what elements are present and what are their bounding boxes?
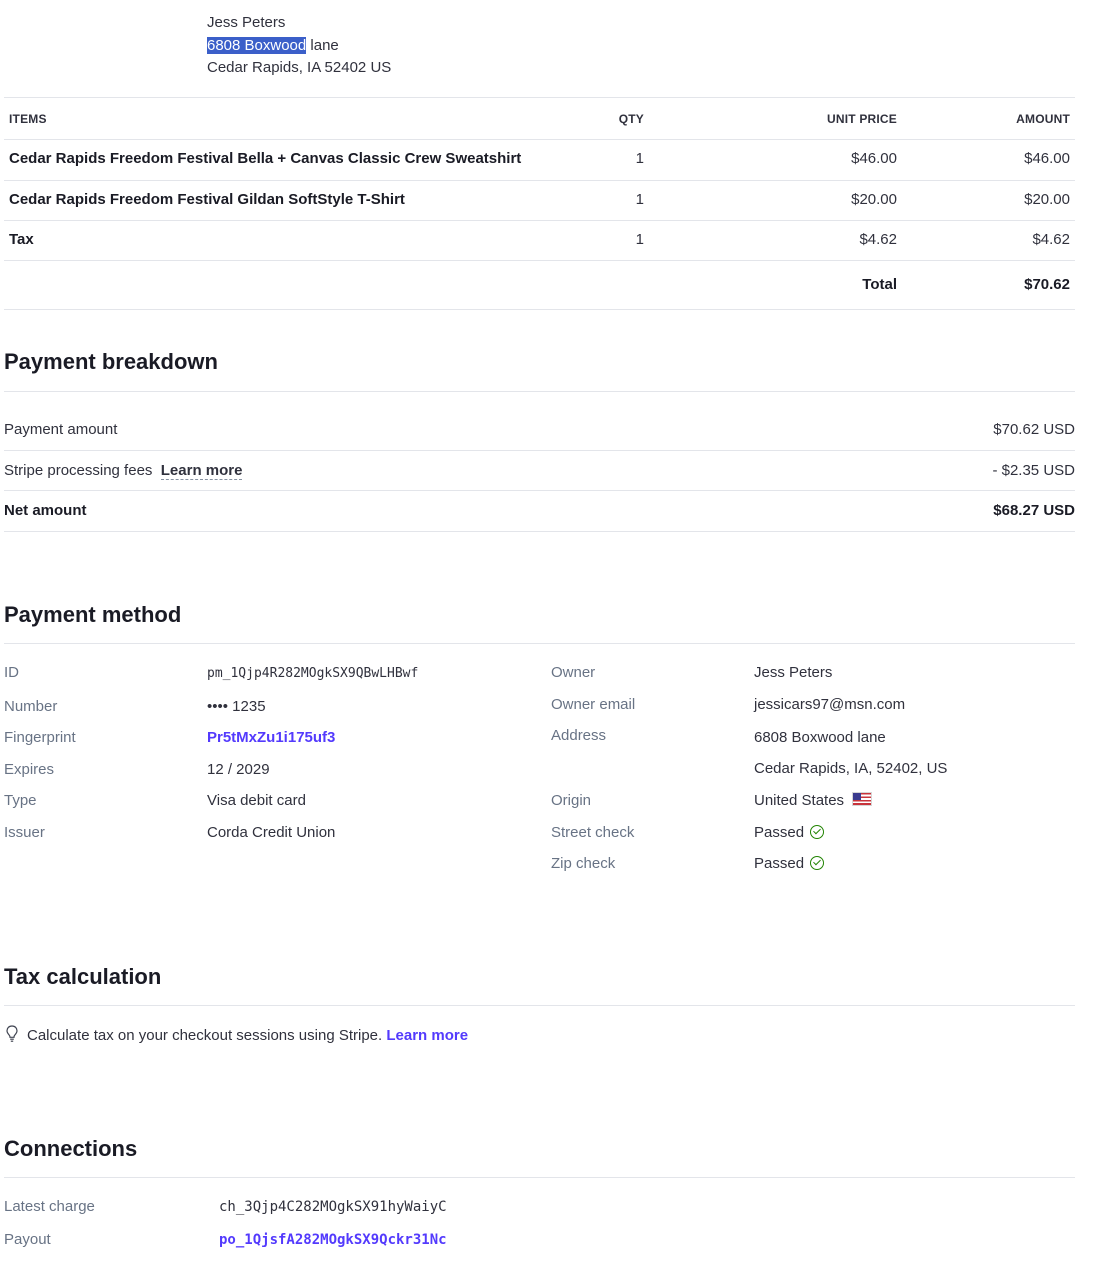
shipping-street: 6808 Boxwood lane xyxy=(207,37,339,54)
owner-email-label: Owner email xyxy=(551,696,636,713)
pm-fingerprint-label: Fingerprint xyxy=(4,729,76,746)
item-name: Tax xyxy=(9,231,34,248)
tax-calculation-text: Calculate tax on your checkout sessions … xyxy=(27,1027,469,1044)
street-check-label: Street check xyxy=(551,824,635,841)
street-check-value: Passed xyxy=(754,824,825,841)
item-amount: $20.00 xyxy=(1024,191,1070,208)
divider xyxy=(4,180,1075,181)
divider xyxy=(4,309,1075,310)
net-amount-value: $68.27 USD xyxy=(993,502,1075,519)
divider xyxy=(4,450,1075,451)
net-amount-label: Net amount xyxy=(4,502,87,519)
payment-amount-label: Payment amount xyxy=(4,421,118,438)
tax-learn-more-link[interactable]: Learn more xyxy=(386,1027,468,1044)
pm-fingerprint-link[interactable]: Pr5tMxZu1i175uf3 xyxy=(207,729,335,746)
divider xyxy=(4,391,1075,392)
check-circle-icon xyxy=(810,856,825,870)
item-qty: 1 xyxy=(635,191,644,208)
shipping-city: Cedar Rapids, IA 52402 US xyxy=(207,59,392,76)
owner-email-value: jessicars97@msn.com xyxy=(754,696,906,713)
unit-price-header: UNIT PRICE xyxy=(826,112,897,126)
selected-text: 6808 Boxwood xyxy=(207,37,307,54)
latest-charge-label: Latest charge xyxy=(4,1198,95,1215)
fees-learn-more-link[interactable]: Learn more xyxy=(160,462,243,480)
pm-type-label: Type xyxy=(4,792,37,809)
tax-calculation-title: Tax calculation xyxy=(4,964,162,989)
qty-header: QTY xyxy=(618,112,644,126)
connections-title: Connections xyxy=(4,1136,138,1161)
total-value: $70.62 xyxy=(1024,276,1070,293)
payment-amount-value: $70.62 USD xyxy=(993,421,1075,438)
origin-label: Origin xyxy=(551,792,592,809)
payment-method-title: Payment method xyxy=(4,602,182,627)
pm-number-label: Number xyxy=(4,698,58,715)
pm-id-label: ID xyxy=(4,664,19,681)
divider xyxy=(4,97,1075,98)
address-line1: 6808 Boxwood lane xyxy=(754,729,886,746)
fees-value: - $2.35 USD xyxy=(992,462,1075,479)
payout-link[interactable]: po_1QjsfA282MOgkSX9Qckr31Nc xyxy=(219,1232,447,1248)
pm-issuer-label: Issuer xyxy=(4,824,45,841)
total-label: Total xyxy=(862,276,897,293)
address-line2: Cedar Rapids, IA, 52402, US xyxy=(754,760,948,777)
amount-header: AMOUNT xyxy=(1016,112,1070,126)
lightbulb-icon xyxy=(6,1025,18,1042)
owner-value: Jess Peters xyxy=(754,664,833,681)
pm-id-value[interactable]: pm_1Qjp4R282MOgkSX9QBwLHBwf xyxy=(207,666,418,681)
payment-breakdown-title: Payment breakdown xyxy=(4,349,218,374)
pm-number-value: •••• 1235 xyxy=(207,698,266,715)
item-qty: 1 xyxy=(635,150,644,167)
us-flag-icon xyxy=(852,792,873,806)
item-amount: $4.62 xyxy=(1032,231,1070,248)
divider xyxy=(4,490,1075,491)
latest-charge-value[interactable]: ch_3Qjp4C282MOgkSX91hyWaiyC xyxy=(219,1199,447,1215)
item-name: Cedar Rapids Freedom Festival Bella + Ca… xyxy=(9,150,522,167)
zip-check-label: Zip check xyxy=(551,855,616,872)
items-header: ITEMS xyxy=(9,112,47,126)
origin-value: United States xyxy=(754,792,873,809)
owner-label: Owner xyxy=(551,664,596,681)
fees-label: Stripe processing fees xyxy=(4,462,153,479)
item-unit-price: $46.00 xyxy=(851,150,897,167)
divider xyxy=(4,1177,1075,1178)
shipping-name: Jess Peters xyxy=(207,14,286,31)
check-circle-icon xyxy=(810,825,825,839)
divider xyxy=(4,139,1075,140)
fees-row: Stripe processing fees Learn more xyxy=(4,462,243,480)
address-label: Address xyxy=(551,727,607,744)
pm-issuer-value: Corda Credit Union xyxy=(207,824,336,841)
item-amount: $46.00 xyxy=(1024,150,1070,167)
item-name: Cedar Rapids Freedom Festival Gildan Sof… xyxy=(9,191,405,208)
pm-expires-label: Expires xyxy=(4,761,55,778)
item-unit-price: $4.62 xyxy=(859,231,897,248)
payout-label: Payout xyxy=(4,1231,51,1248)
divider xyxy=(4,260,1075,261)
item-unit-price: $20.00 xyxy=(851,191,897,208)
divider xyxy=(4,643,1075,644)
divider xyxy=(4,220,1075,221)
zip-check-value: Passed xyxy=(754,855,825,872)
divider xyxy=(4,1005,1075,1006)
pm-type-value: Visa debit card xyxy=(207,792,306,809)
pm-expires-value: 12 / 2029 xyxy=(207,761,270,778)
divider xyxy=(4,531,1075,532)
item-qty: 1 xyxy=(635,231,644,248)
